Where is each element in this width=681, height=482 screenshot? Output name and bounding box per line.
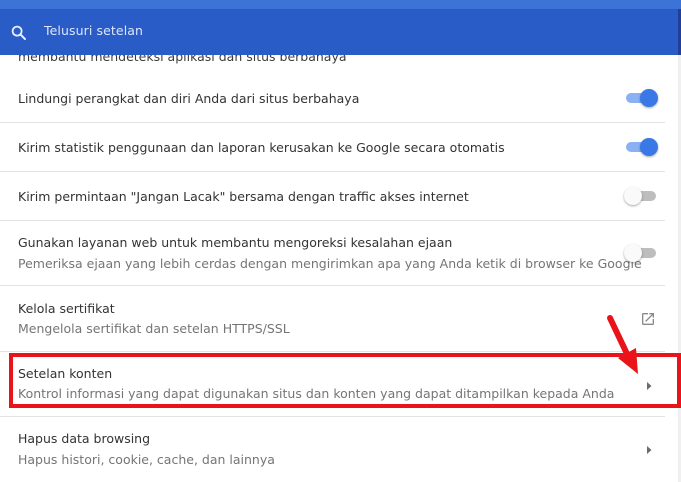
row-title: Hapus data browsing (18, 431, 151, 446)
toggle-switch[interactable] (624, 243, 658, 263)
setting-row-do-not-track[interactable]: Kirim permintaan "Jangan Lacak" bersama … (0, 172, 681, 221)
row-subtitle: Mengelola sertifikat dan setelan HTTPS/S… (18, 321, 290, 336)
setting-row-clear-browsing-data[interactable]: Hapus data browsing Hapus histori, cooki… (0, 417, 681, 482)
row-title: Kirim permintaan "Jangan Lacak" bersama … (18, 189, 469, 204)
toggle-switch[interactable] (624, 88, 658, 108)
row-title: Kelola sertifikat (18, 301, 115, 316)
partial-row-text: membantu mendeteksi aplikasi dan situs b… (18, 55, 347, 64)
search-bar[interactable]: Telusuri setelan (0, 9, 681, 55)
toggle-switch[interactable] (624, 186, 658, 206)
row-title: Kirim statistik penggunaan dan laporan k… (18, 140, 505, 155)
toggle-knob (624, 244, 642, 262)
row-title: Gunakan layanan web untuk membantu mengo… (18, 235, 453, 250)
setting-row-spelling-service[interactable]: Gunakan layanan web untuk membantu mengo… (0, 221, 681, 286)
search-input[interactable]: Telusuri setelan (44, 23, 143, 38)
row-subtitle: Hapus histori, cookie, cache, dan lainny… (18, 452, 275, 467)
setting-row-usage-stats[interactable]: Kirim statistik penggunaan dan laporan k… (0, 123, 681, 172)
arrow-right-icon[interactable] (644, 444, 654, 456)
toggle-switch[interactable] (624, 137, 658, 157)
setting-row-manage-certificates[interactable]: Kelola sertifikat Mengelola sertifikat d… (0, 286, 681, 352)
header-top-bar (0, 0, 681, 9)
settings-header: Telusuri setelan (0, 0, 681, 56)
toggle-knob (640, 89, 658, 107)
settings-panel: membantu mendeteksi aplikasi dan situs b… (0, 55, 681, 482)
search-icon[interactable] (10, 24, 28, 42)
annotation-arrow-icon (607, 315, 638, 374)
row-subtitle: Pemeriksa ejaan yang lebih cerdas dengan… (18, 256, 642, 271)
toggle-knob (640, 138, 658, 156)
setting-row-safe-browsing[interactable]: Lindungi perangkat dan diri Anda dari si… (0, 74, 681, 123)
toggle-knob (624, 187, 642, 205)
row-title: Lindungi perangkat dan diri Anda dari si… (18, 91, 360, 106)
highlight-annotation-box (9, 353, 681, 408)
